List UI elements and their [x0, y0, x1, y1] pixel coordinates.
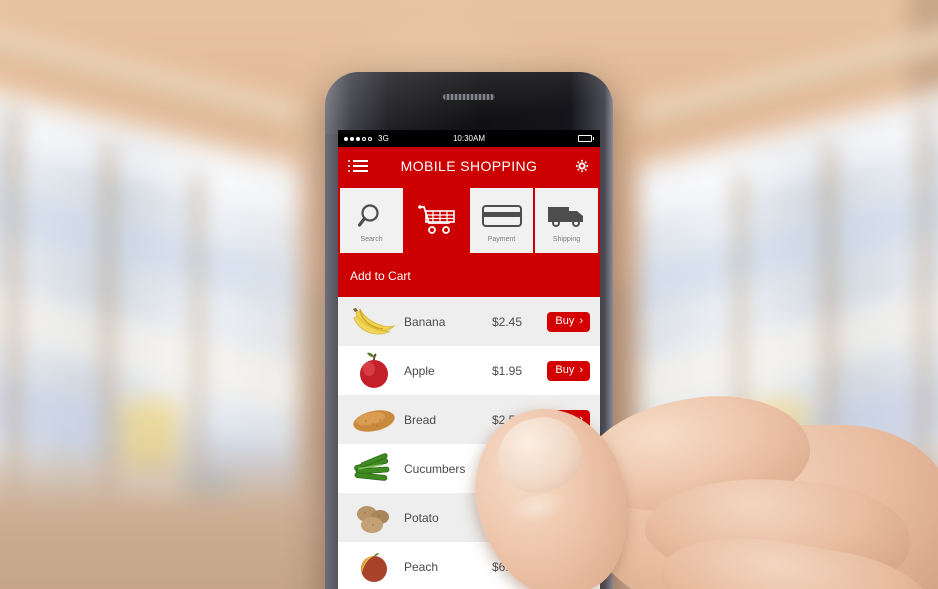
product-name: Banana [404, 314, 446, 329]
chevron-right-icon: › [579, 559, 583, 572]
tab-cart[interactable] [405, 188, 468, 253]
tab-search[interactable]: Search [340, 188, 403, 253]
product-price: $2.45 [492, 314, 523, 329]
magnifier-icon [357, 198, 387, 234]
table-row[interactable]: Cucumbers $4 Buy › [338, 444, 600, 493]
page-title: MOBILE SHOPPING [400, 158, 538, 174]
product-price: $2.55 [492, 412, 523, 427]
buy-button[interactable]: Buy › [547, 458, 590, 479]
buy-button[interactable]: Buy › [547, 409, 590, 430]
peach-image [346, 546, 402, 588]
smartphone: 3G 10:30AM MOBILE SHOPPING Search Paymen… [325, 72, 613, 589]
list-menu-icon[interactable] [348, 160, 368, 172]
chevron-right-icon: › [579, 363, 583, 376]
buy-button[interactable]: Buy › [547, 360, 590, 381]
chevron-right-icon: › [579, 461, 583, 474]
chevron-right-icon: › [579, 510, 583, 523]
red-apple-image [346, 350, 402, 392]
buy-button[interactable]: Buy › [547, 311, 590, 332]
potatoes-image [346, 497, 402, 539]
green-cucumbers-image [346, 448, 402, 490]
tab-payment[interactable]: Payment [470, 188, 533, 253]
phone-screen: 3G 10:30AM MOBILE SHOPPING Search Paymen… [338, 130, 600, 589]
gear-icon[interactable] [574, 158, 590, 174]
app-bar: MOBILE SHOPPING [338, 147, 600, 185]
section-header: Add to Cart [338, 256, 600, 297]
buy-button[interactable]: Buy › [547, 507, 590, 528]
buy-label: Buy [555, 314, 575, 327]
buy-label: Buy [555, 510, 575, 523]
shopping-cart-icon [417, 202, 457, 238]
product-price: $6.35 [492, 559, 523, 574]
front-camera [369, 96, 374, 101]
earpiece-speaker [443, 94, 495, 100]
table-row[interactable]: Potato $3.8 Buy › [338, 493, 600, 542]
buy-label: Buy [555, 412, 575, 425]
product-list: Banana $2.45 Buy › Apple $1.95 Buy › Bre… [338, 297, 600, 589]
tab-label-search: Search [360, 236, 383, 243]
delivery-truck-icon [547, 198, 587, 234]
buy-button[interactable]: Buy › [547, 556, 590, 577]
product-price: $4 [492, 461, 506, 476]
product-name: Cucumbers [404, 461, 466, 476]
table-row[interactable]: Bread $2.55 Buy › [338, 395, 600, 444]
tab-bar: Search Payment Shipping [338, 185, 600, 256]
buy-label: Buy [555, 559, 575, 572]
chevron-right-icon: › [579, 412, 583, 425]
status-bar: 3G 10:30AM [338, 130, 600, 147]
tab-label-payment: Payment [487, 236, 516, 243]
product-name: Bread [404, 412, 437, 427]
status-time: 10:30AM [452, 134, 486, 143]
product-price: $3.8 [492, 510, 516, 525]
table-row[interactable]: Peach $6.35 Buy › [338, 542, 600, 589]
table-row[interactable]: Apple $1.95 Buy › [338, 346, 600, 395]
product-price: $1.95 [492, 363, 523, 378]
table-row[interactable]: Banana $2.45 Buy › [338, 297, 600, 346]
buy-label: Buy [555, 363, 575, 376]
scene: 3G 10:30AM MOBILE SHOPPING Search Paymen… [0, 0, 938, 589]
tab-shipping[interactable]: Shipping [535, 188, 598, 253]
tab-label-shipping: Shipping [552, 236, 581, 243]
buy-label: Buy [555, 461, 575, 474]
banana-bunch-image [346, 301, 402, 343]
product-name: Potato [404, 510, 439, 525]
product-name: Apple [404, 363, 435, 378]
credit-card-icon [481, 198, 522, 234]
product-name: Peach [404, 559, 439, 574]
chevron-right-icon: › [579, 314, 583, 327]
bread-loaf-image [346, 399, 402, 441]
